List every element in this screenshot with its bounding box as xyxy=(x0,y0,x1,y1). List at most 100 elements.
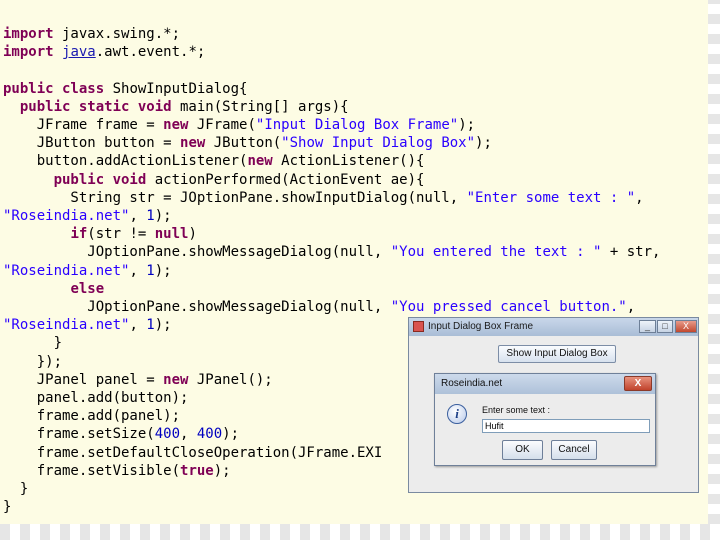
code-token: } xyxy=(3,481,29,497)
code-token: JOptionPane.showMessageDialog(null, xyxy=(3,244,391,261)
code-token: "Show Input Dialog Box" xyxy=(281,135,476,152)
frame-title: Input Dialog Box Frame xyxy=(428,321,534,332)
code-line: frame.add(panel); xyxy=(3,407,180,425)
code-line: frame.setDefaultCloseOperation(JFrame.EX… xyxy=(3,444,383,462)
code-line: "Roseindia.net", 1); xyxy=(3,207,172,225)
minimize-button[interactable]: _ xyxy=(639,320,656,333)
code-token: new xyxy=(180,135,206,152)
code-line: } xyxy=(3,334,62,352)
code-line: JButton button = new JButton("Show Input… xyxy=(3,134,492,152)
code-token: "Roseindia.net" xyxy=(3,208,130,224)
code-token: ); xyxy=(154,208,172,224)
code-line: JOptionPane.showMessageDialog(null, "You… xyxy=(3,298,635,316)
code-line: JFrame frame = new JFrame("Input Dialog … xyxy=(3,116,475,134)
code-token: public static void xyxy=(19,98,172,115)
code-token: ); xyxy=(154,317,172,334)
information-icon: i xyxy=(447,404,467,424)
code-line: } xyxy=(3,480,28,498)
code-token: frame.setVisible( xyxy=(3,462,181,479)
code-token: "Roseindia.net" xyxy=(3,317,130,334)
code-line: if(str != null) xyxy=(3,225,197,243)
code-token: null xyxy=(154,226,189,243)
code-token: JFrame( xyxy=(188,117,256,133)
code-line: import java.awt.event.*; xyxy=(3,43,205,61)
code-token: import xyxy=(3,26,54,42)
code-token: , xyxy=(129,208,147,224)
code-token: panel.add(button); xyxy=(3,390,189,406)
code-token: frame.add(panel); xyxy=(3,408,181,425)
code-token: , xyxy=(180,426,197,443)
code-line: JOptionPane.showMessageDialog(null, "You… xyxy=(3,243,660,261)
code-token: ActionListener(){ xyxy=(272,153,425,170)
code-token: frame.setDefaultCloseOperation(JFrame.EX… xyxy=(3,444,383,461)
code-token: , xyxy=(129,317,147,334)
code-token: } xyxy=(3,499,12,516)
code-line: "Roseindia.net", 1); xyxy=(3,262,172,280)
code-token: JPanel(); xyxy=(188,371,273,388)
code-token: ); xyxy=(213,462,231,479)
code-token: }); xyxy=(3,353,63,370)
code-token: button.addActionListener( xyxy=(3,153,248,170)
code-token: 1 xyxy=(146,317,155,334)
code-token: ) xyxy=(188,226,197,243)
code-token: JFrame frame = xyxy=(3,117,164,133)
code-token: new xyxy=(247,153,273,170)
code-token: JPanel panel = xyxy=(3,371,164,388)
code-token: new xyxy=(163,371,189,388)
code-token: JButton button = xyxy=(3,135,181,152)
java-app-icon xyxy=(413,321,424,332)
input-prompt-label: Enter some text : xyxy=(482,405,551,415)
code-token: } xyxy=(3,335,63,352)
code-line: } xyxy=(3,498,11,516)
code-token: , xyxy=(635,189,644,206)
code-token: (str != xyxy=(87,226,155,243)
cancel-button[interactable]: Cancel xyxy=(551,440,597,460)
dialog-title-bar[interactable]: Roseindia.net X xyxy=(435,374,655,394)
input-dialog: Roseindia.net X i Enter some text : Hufi… xyxy=(434,373,656,466)
dialog-title: Roseindia.net xyxy=(441,378,503,389)
code-token: actionPerformed(ActionEvent ae){ xyxy=(146,171,425,188)
code-token: , xyxy=(129,262,147,279)
code-token: ShowInputDialog{ xyxy=(104,80,248,97)
code-token: new xyxy=(163,117,189,133)
bottom-border-stripe xyxy=(0,524,720,540)
code-token: "Roseindia.net" xyxy=(3,262,130,279)
code-token: ); xyxy=(458,117,476,133)
code-token: String str = JOptionPane.showInputDialog… xyxy=(3,189,467,206)
frame-title-bar[interactable]: Input Dialog Box Frame _ □ X xyxy=(409,318,698,336)
code-token: java xyxy=(62,44,96,61)
code-token: frame.setSize( xyxy=(3,426,155,443)
code-line: button.addActionListener(new ActionListe… xyxy=(3,152,425,170)
frame-close-button[interactable]: X xyxy=(675,320,697,333)
code-token: 1 xyxy=(146,262,155,279)
code-token: 1 xyxy=(146,208,155,224)
code-line: public class ShowInputDialog{ xyxy=(3,80,247,98)
code-line: }); xyxy=(3,353,62,371)
code-token: 400 xyxy=(154,426,181,443)
code-token: ); xyxy=(475,135,492,152)
maximize-button[interactable]: □ xyxy=(657,320,673,333)
code-token: public class xyxy=(3,80,105,97)
code-token: import xyxy=(3,44,54,61)
right-border-stripe xyxy=(708,0,720,524)
code-line: public static void main(String[] args){ xyxy=(3,98,349,116)
code-line: import javax.swing.*; xyxy=(3,25,180,43)
show-input-dialog-button[interactable]: Show Input Dialog Box xyxy=(498,345,616,363)
code-token: "Input Dialog Box Frame" xyxy=(255,117,459,133)
dialog-close-button[interactable]: X xyxy=(624,376,652,391)
code-token: JOptionPane.showMessageDialog(null, xyxy=(3,299,391,315)
code-line: JPanel panel = new JPanel(); xyxy=(3,371,273,389)
code-token: javax.swing.*; xyxy=(53,26,181,42)
ok-button[interactable]: OK xyxy=(502,440,543,460)
code-token: true xyxy=(180,462,214,479)
code-token: ); xyxy=(222,426,240,443)
code-line: frame.setVisible(true); xyxy=(3,462,231,480)
text-input-field[interactable]: Hufit xyxy=(482,419,650,433)
code-token: , xyxy=(626,299,636,315)
code-token: "Enter some text : " xyxy=(466,189,636,206)
